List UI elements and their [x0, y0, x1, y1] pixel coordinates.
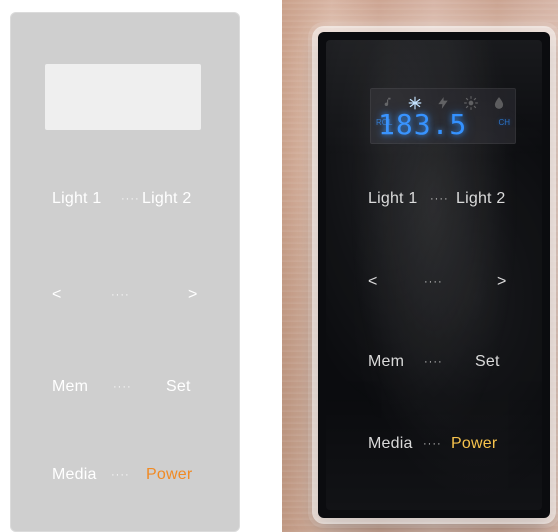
glass-media-button[interactable]: Media — [368, 431, 413, 457]
lcd-right-small-label: CH — [498, 118, 510, 127]
glass-light-2-button[interactable]: Light 2 — [456, 186, 505, 212]
glass-mem-button[interactable]: Mem — [368, 349, 404, 375]
flat-nav-dots: ···· — [111, 289, 130, 301]
glass-row-lights: Light 1 ···· Light 2 — [326, 186, 542, 212]
flat-control-panel: Light 1 ···· Light 2 < ···· > Mem ···· S… — [10, 12, 240, 532]
flat-row-nav: < ···· > — [10, 283, 240, 307]
glass-row-media-power: Media ···· Power — [326, 431, 542, 457]
glass-nav-dots: ···· — [424, 276, 443, 288]
glass-power-button[interactable]: Power — [451, 431, 497, 457]
flat-light-2-button[interactable]: Light 2 — [142, 187, 191, 211]
glass-media-power-dots: ···· — [423, 438, 442, 450]
flat-row-mem-set: Mem ···· Set — [10, 375, 240, 399]
flat-nav-left-button[interactable]: < — [52, 283, 62, 307]
control-panel-comparison: Light 1 ···· Light 2 < ···· > Mem ···· S… — [0, 0, 558, 532]
glass-light-1-button[interactable]: Light 1 — [368, 186, 417, 212]
flat-row-lights: Light 1 ···· Light 2 — [10, 187, 240, 211]
glass-nav-left-button[interactable]: < — [368, 269, 378, 295]
flat-nav-right-button[interactable]: > — [188, 283, 198, 307]
flat-set-button[interactable]: Set — [166, 375, 191, 399]
drop-icon — [494, 97, 504, 109]
lcd-main-readout: 183.5 — [378, 108, 468, 141]
glass-surface: ROL 183.5 CH Light 1 ···· Light 2 < ····… — [326, 40, 542, 510]
lcd-display: ROL 183.5 CH — [370, 88, 516, 144]
glass-row-mem-set: Mem ···· Set — [326, 349, 542, 375]
flat-media-power-dots: ···· — [111, 469, 130, 481]
glass-nav-right-button[interactable]: > — [497, 269, 507, 295]
flat-media-button[interactable]: Media — [52, 463, 97, 487]
glass-set-button[interactable]: Set — [475, 349, 500, 375]
flat-power-button[interactable]: Power — [146, 463, 192, 487]
flat-lights-dots: ···· — [121, 193, 140, 205]
glass-row-nav: < ···· > — [326, 269, 542, 295]
flat-light-1-button[interactable]: Light 1 — [52, 187, 101, 211]
glass-mem-set-dots: ···· — [424, 356, 443, 368]
glass-lights-dots: ···· — [430, 193, 449, 205]
flat-row-media-power: Media ···· Power — [10, 463, 240, 487]
flat-mem-button[interactable]: Mem — [52, 375, 88, 399]
flat-display-area — [45, 64, 201, 130]
flat-mem-set-dots: ···· — [113, 381, 132, 393]
glass-control-panel: ROL 183.5 CH Light 1 ···· Light 2 < ····… — [318, 32, 550, 518]
